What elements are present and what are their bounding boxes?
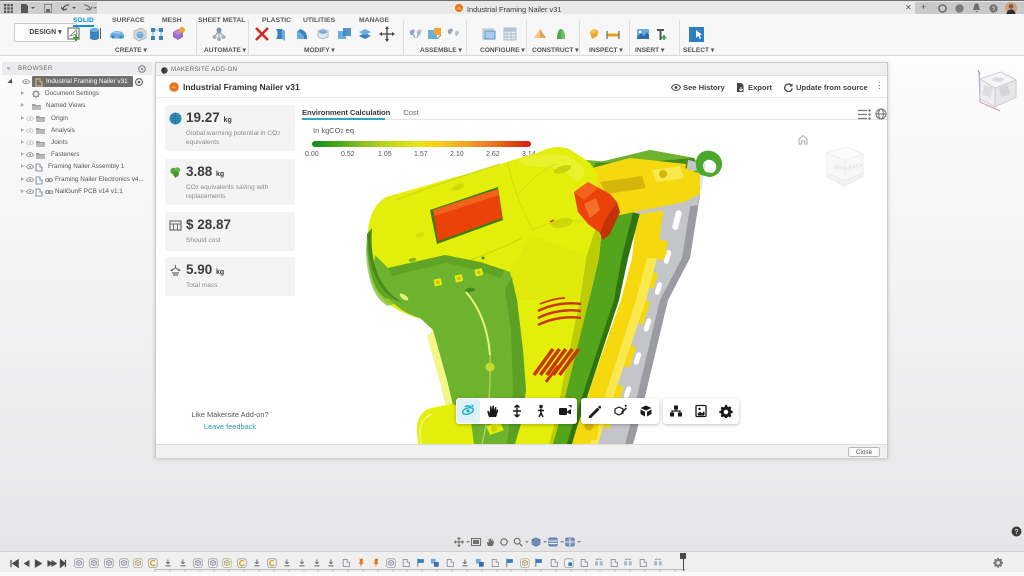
svg-text:?: ? (992, 6, 996, 13)
svg-text:?: ? (1015, 529, 1019, 536)
